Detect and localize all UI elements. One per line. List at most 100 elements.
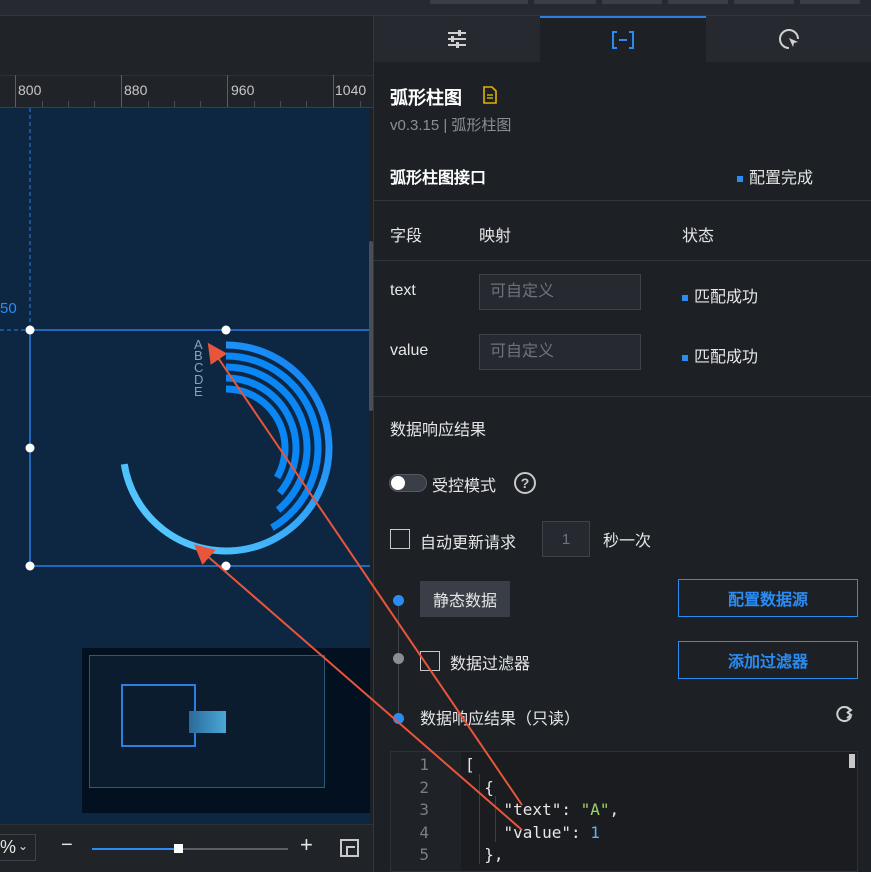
json-number-value: 1 [590,823,600,842]
interval-input[interactable] [542,521,590,557]
mapping-input-text[interactable] [479,274,641,310]
add-filter-button[interactable]: 添加过滤器 [678,641,858,679]
panel-tabs [374,16,871,62]
pipeline-dot-inactive [393,653,404,664]
app-window: 800 880 960 1040 A B C D E 50 % ⌄ − + 弧形… [0,0,871,872]
column-header-field: 字段 [390,228,423,245]
arc-label: E [194,384,203,399]
auto-update-label: 自动更新请求 [420,535,517,552]
refresh-icon[interactable] [834,704,854,724]
ruler-tick [227,75,228,107]
canvas-pane: 800 880 960 1040 A B C D E 50 % ⌄ − + [0,16,373,872]
ruler-tick [121,75,122,107]
json-string-value: "A" [580,800,610,819]
help-icon[interactable]: ? [514,472,536,494]
top-toolbar [0,0,871,16]
pipeline-dot-active [393,595,404,606]
line-number: 4 [419,823,429,842]
tab-interaction[interactable] [706,16,871,62]
divider [374,260,871,261]
minimap-component [189,711,226,733]
sliders-icon [448,30,466,48]
ruler-label: 880 [124,82,148,98]
auto-update-checkbox[interactable] [390,529,410,549]
status-dot [737,175,743,182]
status-dot [682,354,688,361]
configure-source-button[interactable]: 配置数据源 [678,579,858,617]
canvas-header [0,16,373,76]
minimap[interactable] [82,648,370,813]
controlled-mode-toggle[interactable] [389,474,427,492]
config-panel: 弧形柱图 v0.3.15 | 弧形柱图 弧形柱图接口 配置完成 字段 映射 状态… [373,16,871,872]
response-section-title: 数据响应结果 [390,422,487,439]
zoom-slider-thumb[interactable] [174,844,183,853]
design-stage[interactable]: A B C D E 50 [0,108,370,824]
resize-handle [221,561,231,571]
status-dot [682,294,688,301]
toolbar-button[interactable] [430,0,528,4]
static-data-button[interactable]: 静态数据 [420,581,510,617]
field-value-name: value [390,342,429,359]
tab-settings[interactable] [374,16,540,62]
mapping-input-value[interactable] [479,334,641,370]
json-key: "value" [503,823,571,842]
ruler-tick [333,75,334,107]
ruler-tick [15,75,16,107]
json-key: "text" [503,800,562,819]
toolbar-button[interactable] [602,0,662,4]
interval-unit-label: 秒一次 [603,533,652,550]
minimap-viewport[interactable] [121,684,196,747]
response-result-label: 数据响应结果（只读） [420,711,581,728]
guide-label: 50 [0,300,17,317]
zoom-bar: % ⌄ − + [0,824,373,872]
code-line: }, [465,845,504,864]
line-number: 2 [419,778,429,797]
zoom-out-icon[interactable]: − [61,834,73,857]
tab-data[interactable] [540,16,706,62]
interface-title: 弧形柱图接口 [390,170,487,187]
field-text-name: text [390,282,416,299]
column-header-status: 状态 [682,228,715,245]
filter-label: 数据过滤器 [450,656,531,673]
ruler-label: 800 [18,82,42,98]
ruler-label: 960 [231,82,255,98]
code-scrollbar[interactable] [849,754,855,768]
divider [374,200,871,201]
response-code-editor[interactable]: 1 2 3 4 5 [ { "text": "A", "value": 1 }, [390,751,858,872]
toggle-knob [391,476,405,490]
arc-bar-chart [120,341,333,555]
fit-screen-icon[interactable] [340,839,359,857]
code-line: [ [465,755,475,774]
match-status-text: 匹配成功 [682,283,758,307]
resize-handle [221,325,231,335]
toolbar-button[interactable] [734,0,794,4]
zoom-slider[interactable] [92,844,288,853]
resize-handle [25,443,35,453]
zoom-in-icon[interactable]: + [300,832,313,858]
line-number: 3 [419,800,429,819]
controlled-mode-label: 受控模式 [432,478,497,495]
toolbar-button[interactable] [668,0,728,4]
resize-handle [25,325,35,335]
cursor-click-icon [779,29,799,49]
filter-checkbox[interactable] [420,651,440,671]
divider [374,396,871,397]
resize-handle [25,561,35,571]
line-number: 1 [419,755,429,774]
line-number-gutter: 1 2 3 4 5 [391,752,461,871]
ruler-label: 1040 [335,82,367,98]
match-status-value: 匹配成功 [682,343,758,367]
toolbar-button[interactable] [800,0,860,4]
horizontal-ruler: 800 880 960 1040 [0,75,373,108]
code-line: "text": "A", [503,800,620,819]
component-version: v0.3.15 | 弧形柱图 [390,117,512,134]
pipeline-dot-active [393,713,404,724]
interface-status: 配置完成 [737,164,813,188]
code-line: "value": 1 [503,823,600,842]
data-bracket-icon [612,31,634,49]
document-icon[interactable] [482,86,498,104]
column-header-mapping: 映射 [479,228,512,245]
component-title: 弧形柱图 [390,88,462,108]
toolbar-button[interactable] [534,0,596,4]
zoom-slider-fill [92,848,178,850]
